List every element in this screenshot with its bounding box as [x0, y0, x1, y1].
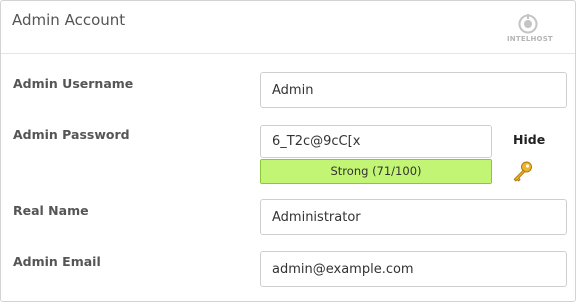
admin-password-label: Admin Password [13, 127, 130, 142]
real-name-input[interactable] [260, 199, 567, 235]
password-strength-meter: Strong (71/100) [260, 159, 492, 184]
logo-mark-icon [518, 14, 538, 34]
panel-header: Admin Account INTELHOST [1, 1, 575, 54]
intelhost-logo-icon: INTELHOST [507, 14, 553, 44]
logo-text: INTELHOST [507, 35, 553, 43]
admin-email-input[interactable] [260, 251, 567, 287]
page-title: Admin Account [12, 11, 126, 29]
admin-account-panel: Admin Account INTELHOST Admin Username A… [0, 0, 576, 302]
real-name-label: Real Name [13, 203, 89, 218]
admin-username-input[interactable] [260, 72, 567, 108]
key-icon[interactable] [511, 159, 535, 183]
admin-username-label: Admin Username [13, 76, 134, 91]
admin-password-input[interactable] [260, 125, 492, 158]
hide-password-button[interactable]: Hide [513, 132, 545, 147]
password-strength-text: Strong (71/100) [330, 164, 422, 178]
admin-email-label: Admin Email [13, 254, 101, 269]
